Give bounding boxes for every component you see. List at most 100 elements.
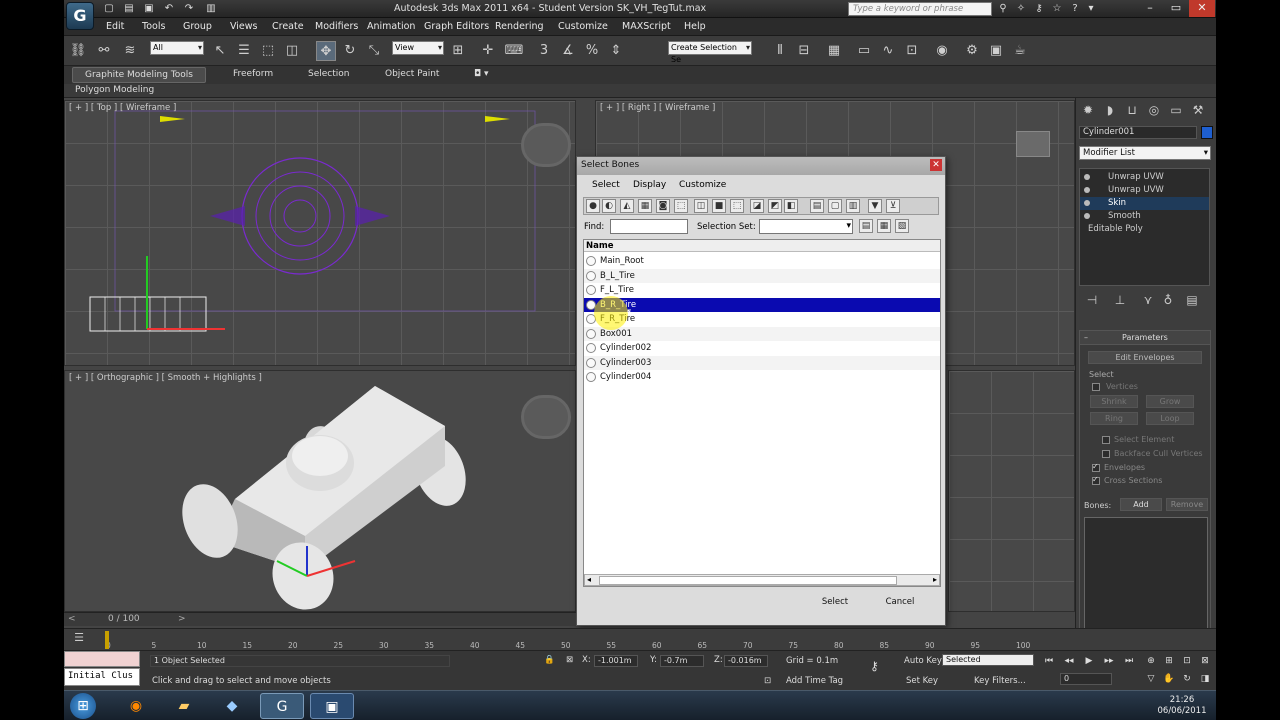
keyboard-shortcut-icon[interactable]: ⌨: [504, 41, 524, 61]
field-of-view-icon[interactable]: ▽: [1144, 673, 1158, 685]
start-button-icon[interactable]: ⊞: [70, 693, 96, 719]
tab-freeform[interactable]: Freeform: [233, 69, 273, 79]
explorer-folder-icon[interactable]: ▰: [162, 693, 206, 719]
x-coord-field[interactable]: -1.001m: [594, 655, 638, 667]
edit-envelopes-button[interactable]: Edit Envelopes: [1088, 351, 1202, 364]
time-prev-icon[interactable]: <: [68, 614, 76, 624]
select-manipulate-icon[interactable]: ✛: [478, 41, 498, 61]
list-header-name[interactable]: Name: [584, 240, 940, 252]
undo-icon[interactable]: ↶: [162, 2, 176, 16]
selection-set-dropdown[interactable]: [759, 219, 853, 234]
display-helpers-icon[interactable]: ◙: [656, 199, 670, 213]
viewport-orthographic-label[interactable]: [ + ] [ Orthographic ] [ Smooth + Highli…: [69, 373, 262, 383]
time-slider[interactable]: < 0 / 100 >: [64, 612, 576, 626]
viewcube-icon[interactable]: [521, 395, 571, 439]
bind-space-warp-icon[interactable]: ≋: [120, 41, 140, 61]
stack-item-unwrap-uvw-2[interactable]: Unwrap UVW: [1080, 184, 1209, 197]
angle-snap-icon[interactable]: ∡: [558, 41, 578, 61]
shrink-button[interactable]: Shrink: [1090, 395, 1138, 408]
next-frame-icon[interactable]: ▸▸: [1102, 655, 1116, 667]
go-to-end-icon[interactable]: ⏭: [1122, 655, 1136, 667]
display-xrefs-icon[interactable]: ■: [712, 199, 726, 213]
viewport-right-label[interactable]: [ + ] [ Right ] [ Wireframe ]: [600, 103, 715, 113]
viewcube-icon[interactable]: [521, 123, 571, 167]
close-button[interactable]: ✕: [1189, 0, 1215, 17]
align-icon[interactable]: ⊟: [794, 41, 814, 61]
menu-customize[interactable]: Customize: [558, 21, 608, 32]
search-input[interactable]: Type a keyword or phrase: [848, 2, 992, 16]
display-frozen-icon[interactable]: ◩: [768, 199, 782, 213]
display-shapes-icon[interactable]: ◐: [602, 199, 616, 213]
binoculars-icon[interactable]: ⚲: [996, 2, 1010, 16]
graphite-toggle-icon[interactable]: ▭: [854, 41, 874, 61]
go-to-start-icon[interactable]: ⏮: [1042, 655, 1056, 667]
auto-key-button[interactable]: Auto Key: [904, 656, 942, 666]
bone-list-item[interactable]: B_L_Tire: [584, 268, 940, 283]
dialog-menu-display[interactable]: Display: [633, 180, 666, 190]
modify-tab-icon[interactable]: ◗: [1102, 102, 1118, 118]
spinner-snap-icon[interactable]: ⇕: [606, 41, 626, 61]
display-tab-icon[interactable]: ▭: [1168, 102, 1184, 118]
make-unique-icon[interactable]: ⋎: [1140, 292, 1156, 308]
curve-editor-icon[interactable]: ∿: [878, 41, 898, 61]
minimize-button[interactable]: –: [1137, 0, 1163, 17]
find-input[interactable]: [610, 219, 688, 234]
set-key-icon[interactable]: ⚷: [870, 659, 879, 673]
bone-list-item[interactable]: Box001: [584, 326, 940, 341]
percent-snap-icon[interactable]: %: [582, 41, 602, 61]
key-mode-dropdown[interactable]: Selected: [942, 654, 1034, 666]
viewcube-icon[interactable]: [1016, 131, 1050, 157]
remove-bone-button[interactable]: Remove: [1166, 498, 1208, 511]
backface-checkbox[interactable]: [1102, 450, 1110, 458]
help-icon[interactable]: ?: [1068, 2, 1082, 16]
light-bulb-icon[interactable]: [1084, 174, 1090, 180]
remove-modifier-icon[interactable]: ♁: [1160, 292, 1176, 308]
help-dropdown-icon[interactable]: ▾: [1084, 2, 1098, 16]
create-selection-set-icon[interactable]: ▦: [877, 219, 891, 233]
render-setup-icon[interactable]: ⚙: [962, 41, 982, 61]
save-icon[interactable]: ▣: [142, 2, 156, 16]
window-crossing-icon[interactable]: ◫: [282, 41, 302, 61]
scale-icon[interactable]: ⤡: [364, 41, 384, 61]
object-color-swatch[interactable]: [1201, 126, 1213, 139]
grow-button[interactable]: Grow: [1146, 395, 1194, 408]
selection-filter-dropdown[interactable]: All: [150, 41, 204, 55]
modifier-list-dropdown[interactable]: Modifier List: [1079, 146, 1211, 160]
polygon-modeling-label[interactable]: Polygon Modeling: [75, 85, 154, 95]
menu-animation[interactable]: Animation: [367, 21, 415, 32]
system-clock[interactable]: 21:26 06/06/2011: [1154, 695, 1210, 717]
maxscript-listener-input[interactable]: Initial Clus: [64, 668, 140, 686]
viewport-top-label[interactable]: [ + ] [ Top ] [ Wireframe ]: [69, 103, 176, 113]
y-coord-field[interactable]: -0.7m: [660, 655, 704, 667]
schematic-view-icon[interactable]: ⊡: [902, 41, 922, 61]
tab-selection[interactable]: Selection: [308, 69, 349, 79]
dialog-menu-customize[interactable]: Customize: [679, 180, 726, 190]
select-all-icon[interactable]: ▤: [810, 199, 824, 213]
unlink-icon[interactable]: ⚯: [94, 41, 114, 61]
add-bone-button[interactable]: Add: [1120, 498, 1162, 511]
select-button[interactable]: Select: [805, 594, 865, 611]
render-production-icon[interactable]: ☕: [1010, 41, 1030, 61]
time-tag-icon[interactable]: ⊡: [764, 676, 771, 686]
menu-tools[interactable]: Tools: [142, 21, 165, 32]
key-filters-button[interactable]: Key Filters...: [974, 676, 1026, 686]
object-name-field[interactable]: Cylinder001: [1079, 126, 1197, 139]
configure-sets-icon[interactable]: ▤: [1184, 292, 1200, 308]
reference-coord-dropdown[interactable]: View: [392, 41, 444, 55]
dialog-menu-select[interactable]: Select: [592, 180, 620, 190]
viewport-top[interactable]: [ + ] [ Top ] [ Wireframe ]: [64, 100, 576, 366]
key-icon[interactable]: ⚷: [1032, 2, 1046, 16]
select-element-checkbox[interactable]: [1102, 436, 1110, 444]
add-time-tag[interactable]: Add Time Tag: [786, 676, 843, 686]
track-bar[interactable]: ☰ 05101520253035404550556065707580859095…: [64, 628, 1216, 650]
display-spacewarps-icon[interactable]: ⬚: [674, 199, 688, 213]
cross-sections-checkbox[interactable]: [1092, 475, 1100, 485]
bone-list-item[interactable]: Cylinder004: [584, 370, 940, 384]
display-cameras-icon[interactable]: ▦: [638, 199, 652, 213]
stack-item-smooth[interactable]: Smooth: [1080, 210, 1209, 223]
menu-modifiers[interactable]: Modifiers: [315, 21, 358, 32]
bone-list-item[interactable]: F_L_Tire: [584, 283, 940, 297]
zoom-extents-icon[interactable]: ⊡: [1180, 655, 1194, 667]
menu-graph-editors[interactable]: Graph Editors: [424, 21, 489, 32]
pivot-center-icon[interactable]: ⊞: [448, 41, 468, 61]
